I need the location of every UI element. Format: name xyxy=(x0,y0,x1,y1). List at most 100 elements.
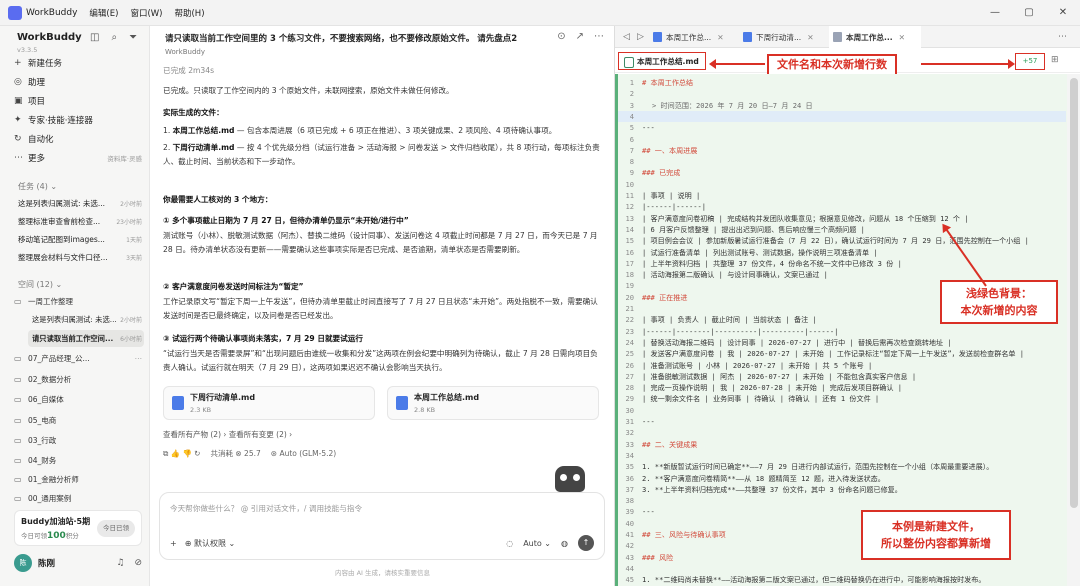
nav-more[interactable]: ⋯ 更多 资料库·灵感 xyxy=(14,149,142,167)
mic-icon[interactable]: ◍ xyxy=(561,539,568,548)
document-icon xyxy=(172,396,184,410)
space-item[interactable]: ▭ 一周工作整理 xyxy=(14,292,142,310)
layout-icon[interactable]: ⊞ xyxy=(1051,55,1059,65)
task-item[interactable]: 整理展会材料与文件口径... 3天前 xyxy=(18,249,142,265)
space-item[interactable]: ▭ 03_行政 xyxy=(14,431,142,449)
close-icon[interactable]: ✕ xyxy=(807,33,813,42)
nav-new-task[interactable]: + 新建任务 xyxy=(14,54,142,72)
link-icon[interactable]: ⊙ xyxy=(557,31,565,42)
task-item[interactable]: 移动笔记配图到images... 1天前 xyxy=(18,231,142,247)
bell-icon[interactable]: ♫ xyxy=(116,558,124,568)
vertical-scrollbar[interactable] xyxy=(1067,74,1080,586)
file-card-this-week[interactable]: 本周工作总结.md 2.8 KB xyxy=(387,386,599,420)
line-number: 43 xyxy=(625,552,634,562)
assistant-icon: ◎ xyxy=(14,77,22,87)
tab-file[interactable]: 本周工作总... ✕ xyxy=(649,26,739,48)
nav-assistant[interactable]: ◎ 助理 xyxy=(14,73,142,91)
tab-file[interactable]: 下周行动清... ✕ xyxy=(739,26,829,48)
space-subtask[interactable]: 这是列表归属测试: 未选... 2小时前 xyxy=(28,311,144,328)
minimize-button[interactable]: — xyxy=(978,0,1012,26)
line-number: 38 xyxy=(625,496,634,506)
buddy-station-card[interactable]: Buddy加油站·5期 今日可领100积分 今日已领 xyxy=(14,510,142,546)
line-text: | 活动海报第二版确认 | 与设计同事确认，文案已通过 | xyxy=(642,270,828,280)
line-number: 19 xyxy=(625,281,634,291)
nav-experts[interactable]: ✦ 专家·技能·连接器 xyxy=(14,111,142,129)
spaces-header[interactable]: 空间 (12) ⌄ xyxy=(18,279,62,290)
shield-icon: ⊕ xyxy=(184,539,192,548)
space-item[interactable]: ▭ 05_电商 xyxy=(14,411,142,429)
completion-status[interactable]: 已完成 2m34s xyxy=(163,64,603,78)
nav-projects[interactable]: ▣ 项目 xyxy=(14,92,142,110)
line-text: 3. **上半年资料归档完成**——共整理 37 份文件，其中 3 份命名问题已… xyxy=(642,484,902,494)
share-icon[interactable]: ↗ xyxy=(576,31,584,42)
more-icon[interactable]: ⋯ xyxy=(1058,32,1067,42)
tasks-header[interactable]: 任务 (4) ⌄ xyxy=(18,181,57,192)
nav-automation[interactable]: ↻ 自动化 xyxy=(14,130,142,148)
message-action-icons[interactable]: ⧉ 👍 👎 ↻ xyxy=(163,449,200,459)
filter-icon[interactable]: ⏷ xyxy=(129,32,137,43)
space-item[interactable]: ▭ 04_财务 xyxy=(14,451,142,469)
chat-input-box[interactable]: 今天帮你做些什么？ @ 引用对话文件，/ 调用技能与指令 + ⊕ 默认权限 ⌄ … xyxy=(159,492,605,560)
task-item[interactable]: 这是列表归属测试: 未选... 2小时前 xyxy=(18,195,142,211)
callout-green-background: 浅绿色背景： 本次新增的内容 xyxy=(940,280,1058,324)
more-dots-icon[interactable]: ⋯ xyxy=(135,354,143,363)
nav-label: 自动化 xyxy=(28,135,54,145)
send-button[interactable]: ↑ xyxy=(578,535,594,551)
buddy-points: 100 xyxy=(47,531,66,541)
line-text: 2. **客户满意度问卷精简**——从 18 题精简至 12 题，进入待发送状态… xyxy=(642,473,885,483)
tab-file-active[interactable]: 本周工作总... ✕ xyxy=(829,26,921,48)
space-item[interactable]: ▭ 06_自媒体 xyxy=(14,390,142,408)
code-line: 15 | 项目例会会议 | 参加新版暑试运行准备会（7 月 22 日），确认试运行… xyxy=(618,235,1066,246)
user-name: 陈刚 xyxy=(38,559,56,569)
permission-select[interactable]: ⊕ 默认权限 ⌄ xyxy=(185,538,236,549)
line-text: | 替换活动海报二维码 | 设计同事 | 2026-07-27 | 进行中 | … xyxy=(642,337,952,347)
close-window-button[interactable]: ✕ xyxy=(1046,0,1080,26)
callout-line: 本次新增的内容 xyxy=(960,304,1038,317)
menu-help[interactable]: 帮助(H) xyxy=(174,7,204,19)
file-card-next-week[interactable]: 下周行动清单.md 2.3 KB xyxy=(163,386,375,420)
folder-icon: ▭ xyxy=(14,353,22,363)
avatar[interactable]: 陈 xyxy=(14,554,32,572)
tab-label: 本周工作总... xyxy=(846,32,893,42)
close-icon[interactable]: ✕ xyxy=(717,33,723,42)
chat-input[interactable]: 今天帮你做些什么？ @ 引用对话文件，/ 调用技能与指令 xyxy=(170,503,362,514)
line-text: | 客户满意度问卷初稿 | 完成结构并发团队收集意见；根据意见修改，问题从 18… xyxy=(642,213,969,223)
menu-window[interactable]: 窗口(W) xyxy=(130,7,162,19)
menu-edit[interactable]: 编辑(E) xyxy=(89,7,118,19)
back-icon[interactable]: ◁ xyxy=(623,32,630,42)
line-text: | 准备测试账号 | 小林 | 2026-07-27 | 未开始 | 共 5 个… xyxy=(642,360,873,370)
subtask-time: 2小时前 xyxy=(120,317,142,324)
line-text: --- xyxy=(642,417,655,426)
space-item[interactable]: ▭ 00_通用案例 xyxy=(14,489,142,507)
space-item[interactable]: ▭ 07_产品经理_公... ⋯ xyxy=(14,349,142,367)
close-icon[interactable]: ✕ xyxy=(899,33,905,42)
files-heading: 实际生成的文件： xyxy=(163,108,224,117)
view-links[interactable]: 查看所有产物 (2) › 查看所有变更 (2) › xyxy=(163,429,292,440)
more-icon: ⋯ xyxy=(14,153,23,163)
code-line: 3 > 时间范围：2026 年 7 月 20 日—7 月 24 日 xyxy=(618,100,1066,111)
task-time: 2小时前 xyxy=(120,200,142,208)
user-bar: 陈 陈刚 ♫ ⊘ xyxy=(14,552,142,574)
forward-icon[interactable]: ▷ xyxy=(637,32,644,42)
callout-line: 所以整份内容都算新增 xyxy=(881,537,991,550)
space-item[interactable]: ▭ 01_金融分析师 xyxy=(14,470,142,488)
claimed-button[interactable]: 今日已领 xyxy=(97,520,135,537)
more-icon[interactable]: ⋯ xyxy=(594,31,604,42)
attach-plus-button[interactable]: + xyxy=(170,539,177,548)
version-label: v3.3.5 xyxy=(17,46,38,54)
maximize-button[interactable]: ▢ xyxy=(1012,0,1046,26)
space-subtask-active[interactable]: 请只读取当前工作空间... 6小时前 xyxy=(28,330,144,347)
scroll-thumb[interactable] xyxy=(1070,78,1078,508)
mode-select[interactable]: Auto ⌄ xyxy=(523,539,551,548)
space-item[interactable]: ▭ 02_数据分析 xyxy=(14,370,142,388)
task-item[interactable]: 整理标准审查會前检查... 23小时前 xyxy=(18,213,142,229)
file-card-size: 2.3 KB xyxy=(190,406,212,414)
callout-new-file: 本例是新建文件， 所以整份内容都算新增 xyxy=(861,510,1011,560)
file-line-2: 2. 下周行动清单.md — 按 4 个优先级分档（试运行准备 > 活动海报 >… xyxy=(163,141,603,169)
settings-icon[interactable]: ⊘ xyxy=(134,558,142,568)
line-number: 42 xyxy=(625,541,634,551)
panel-toggle-icon[interactable]: ◫ xyxy=(90,32,99,43)
input-left-tools: + ⊕ 默认权限 ⌄ xyxy=(170,538,235,549)
space-label: 一周工作整理 xyxy=(28,296,73,306)
search-icon[interactable]: ⌕ xyxy=(111,32,117,43)
